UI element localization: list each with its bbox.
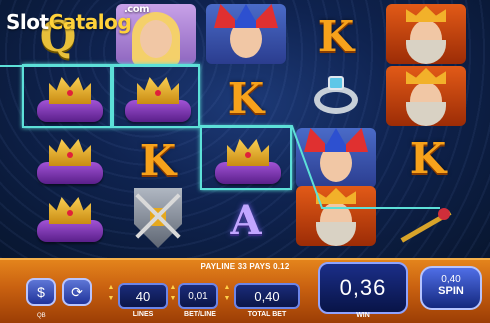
watermark-dotcom-text: .com — [124, 4, 150, 15]
win-display: 0,36 — [318, 262, 408, 314]
paytable-button[interactable]: $ — [26, 278, 56, 306]
lines-arrows[interactable]: ▲ ▼ — [106, 282, 116, 308]
bet-line-arrows[interactable]: ▲ ▼ — [168, 282, 178, 308]
total-bet-label: TOTAL BET — [247, 311, 287, 318]
spin-button[interactable]: 0,40 SPIN — [420, 266, 482, 310]
autoplay-button[interactable]: ⟳ — [62, 278, 92, 306]
total-bet-arrows[interactable]: ▲ ▼ — [222, 282, 232, 308]
watermark-catalog-text: Catalog — [48, 10, 132, 34]
lines-label: LINES — [132, 311, 154, 318]
slotcatalog-watermark: SlotCatalog .com — [6, 4, 150, 34]
lines-field: 40 — [118, 283, 168, 309]
watermark-slot-text: Slot — [6, 10, 49, 34]
win-label: WIN — [356, 312, 370, 319]
payline-win-text: PAYLINE 33 PAYS 0.12 — [200, 262, 290, 271]
dollar-coins-icon: $ — [37, 284, 45, 300]
spin-bet-value: 0,40 — [441, 274, 461, 285]
qb-label: QB — [37, 313, 46, 319]
payline-path — [0, 65, 440, 209]
reels-area: SlotCatalog .com Q K K K K A — [0, 0, 490, 258]
bet-per-line-field: 0,01 — [178, 283, 218, 309]
total-bet-field: 0,40 — [234, 283, 300, 309]
autoplay-icon: ⟳ — [71, 283, 83, 300]
spin-label: SPIN — [438, 285, 464, 297]
bet-per-line-label: BET/LINE — [184, 311, 216, 318]
